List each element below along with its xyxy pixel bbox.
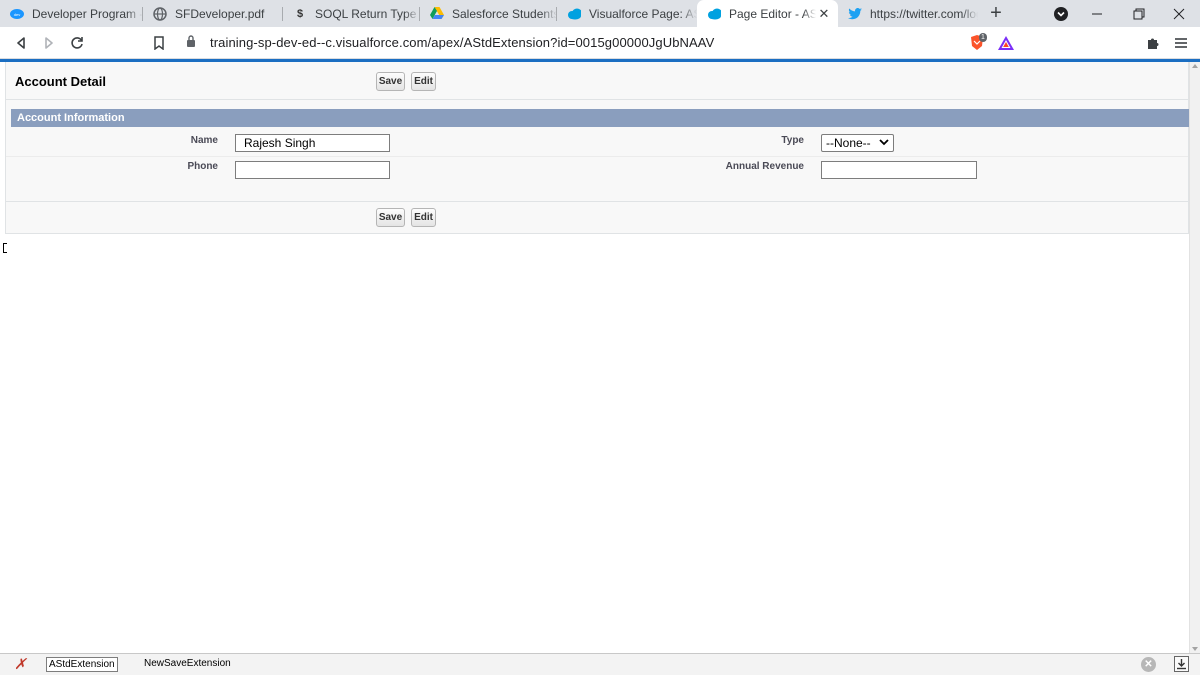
google-drive-icon xyxy=(430,7,444,21)
browser-tab[interactable]: Salesforce Students - 2 xyxy=(420,0,557,27)
edit-button-bottom[interactable]: Edit xyxy=(411,208,436,227)
close-window-button[interactable] xyxy=(1158,0,1200,27)
text-caret xyxy=(3,243,7,253)
phone-label: Phone xyxy=(187,161,218,172)
name-field[interactable]: Rajesh Singh xyxy=(235,134,390,152)
dev-tab-newsaveextension[interactable]: NewSaveExtension xyxy=(142,657,233,672)
chevron-down-icon xyxy=(1054,6,1068,21)
browser-tab[interactable]: Visualforce Page: AStdE xyxy=(557,0,697,27)
phone-field[interactable] xyxy=(235,161,390,179)
browser-tab[interactable]: SFDeveloper.pdf xyxy=(143,0,283,27)
type-label: Type xyxy=(781,135,804,146)
salesforce-cloud-icon xyxy=(707,7,721,21)
tab-title: Page Editor - AStdE xyxy=(729,6,816,21)
scroll-down-arrow-icon[interactable] xyxy=(1192,647,1198,651)
page-block-header: Account Detail Save Edit xyxy=(6,62,1188,100)
address-bar[interactable]: training-sp-dev-ed--c.visualforce.com/ap… xyxy=(210,35,714,50)
save-button[interactable]: Save xyxy=(376,72,405,91)
chevron-down-icon xyxy=(879,139,889,146)
new-tab-button[interactable]: + xyxy=(985,3,1007,25)
tab-title: https://twitter.com/log xyxy=(870,6,978,21)
bookmark-icon xyxy=(154,36,164,50)
browser-tab[interactable]: dev Developer Program - A xyxy=(0,0,143,27)
twitter-icon xyxy=(848,7,862,21)
tab-title: SOQL Return Type – Sh xyxy=(315,6,420,21)
collapse-footer-icon[interactable] xyxy=(1174,656,1189,672)
annual-revenue-field[interactable] xyxy=(821,161,977,179)
scroll-up-arrow-icon[interactable] xyxy=(1192,64,1198,68)
minimize-icon xyxy=(1092,13,1102,14)
shields-count-badge: 1 xyxy=(979,33,987,42)
page-block-title: Account Detail xyxy=(15,74,107,89)
forward-button[interactable] xyxy=(38,32,60,54)
back-arrow-icon xyxy=(17,37,25,49)
vertical-scrollbar[interactable] xyxy=(1189,62,1200,653)
tab-title: Visualforce Page: AStdE xyxy=(589,6,697,21)
brave-rewards-button[interactable] xyxy=(995,32,1017,54)
dollar-icon: $ xyxy=(296,7,304,20)
rewards-triangle-icon xyxy=(998,36,1014,50)
browser-tab[interactable]: https://twitter.com/log xyxy=(838,0,978,27)
tab-strip: dev Developer Program - A SFDeveloper.pd… xyxy=(0,0,1200,27)
tab-title: Developer Program - A xyxy=(32,6,143,21)
hamburger-menu-icon xyxy=(1175,38,1187,48)
tab-title: Salesforce Students - 2 xyxy=(452,6,557,21)
salesforce-cloud-icon xyxy=(567,7,581,21)
save-button-bottom[interactable]: Save xyxy=(376,208,405,227)
extensions-button[interactable] xyxy=(1142,32,1164,54)
section-header: Account Information xyxy=(11,109,1190,127)
salesforce-dev-icon: dev xyxy=(10,7,24,21)
type-select-value: --None-- xyxy=(826,136,871,150)
page-viewport: Account Detail Save Edit Account Informa… xyxy=(0,62,1200,653)
lock-icon[interactable] xyxy=(186,35,196,53)
restore-button[interactable] xyxy=(1118,0,1160,27)
minimize-button[interactable] xyxy=(1076,0,1118,27)
disable-dev-mode-icon[interactable]: ✕ xyxy=(1141,657,1156,672)
puzzle-icon xyxy=(1148,38,1159,49)
browser-tab-active[interactable]: Page Editor - AStdE ✕ xyxy=(697,0,838,27)
forward-arrow-icon xyxy=(45,37,53,49)
browser-toolbar: training-sp-dev-ed--c.visualforce.com/ap… xyxy=(0,27,1200,59)
close-dev-footer-icon[interactable]: ✗ xyxy=(14,655,27,673)
footer-divider xyxy=(6,201,1188,202)
dev-tab-astdextension[interactable]: AStdExtension xyxy=(46,657,118,672)
reload-icon xyxy=(71,37,83,49)
close-icon xyxy=(1173,8,1185,19)
restore-icon xyxy=(1133,8,1145,19)
edit-button[interactable]: Edit xyxy=(411,72,436,91)
menu-button[interactable] xyxy=(1170,32,1192,54)
annual-revenue-label: Annual Revenue xyxy=(725,161,804,172)
developer-footer: ✗ AStdExtension NewSaveExtension ✕ xyxy=(0,653,1200,675)
tab-title: SFDeveloper.pdf xyxy=(175,6,265,21)
reload-button[interactable] xyxy=(66,32,88,54)
close-tab-icon[interactable]: ✕ xyxy=(816,6,832,22)
bookmark-button[interactable] xyxy=(148,32,170,54)
globe-icon xyxy=(153,6,167,21)
browser-tab[interactable]: $ SOQL Return Type – Sh xyxy=(283,0,420,27)
type-select[interactable]: --None-- xyxy=(821,134,894,152)
row-divider xyxy=(6,156,1188,157)
svg-text:dev: dev xyxy=(14,12,20,17)
page-block: Account Detail Save Edit Account Informa… xyxy=(5,62,1190,234)
brave-shields-button[interactable]: 1 xyxy=(966,32,988,54)
back-button[interactable] xyxy=(10,32,32,54)
name-label: Name xyxy=(190,135,218,146)
